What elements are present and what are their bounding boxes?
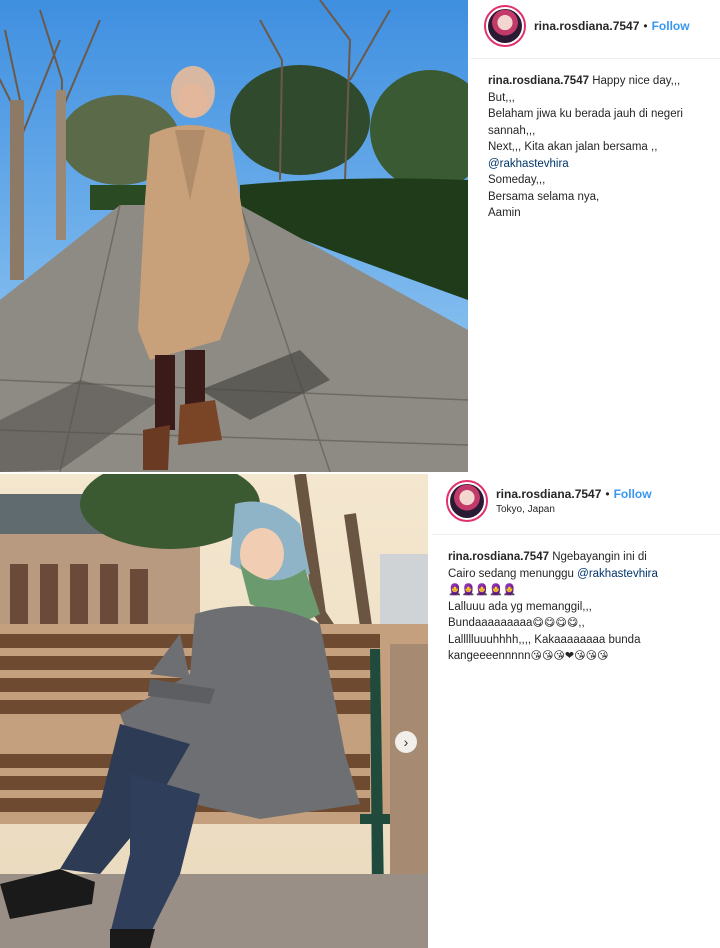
follow-button[interactable]: Follow [614,487,652,501]
carousel-next-button[interactable]: › [395,731,417,753]
avatar[interactable] [484,5,526,47]
avatar[interactable] [446,480,488,522]
post-2-sidebar: rina.rosdiana.7547 • Follow Tokyo, Japan… [432,474,720,948]
caption-line: Someday,,, [488,174,546,186]
caption-line: Lallllluuuhhhh,,,, Kakaaaaaaaa bunda [448,633,641,646]
location-link[interactable]: Tokyo, Japan [496,504,652,515]
caption-line: Aamin [488,207,521,219]
post-1-header: rina.rosdiana.7547 • Follow [470,0,720,52]
caption-line: kangeeeennnnn [448,650,531,662]
caption-line: Bundaaaaaaaaa [448,617,533,629]
caption-line: Ngebayangin ini di [552,551,647,563]
post-1: rina.rosdiana.7547 • Follow rina.rosdian… [0,0,720,472]
username[interactable]: rina.rosdiana.7547 [534,19,639,33]
woman-in-park-photo [0,0,468,472]
post-2-photo[interactable] [0,474,428,948]
profile-picture [450,484,484,518]
follow-button[interactable]: Follow [652,19,690,33]
caption-line: Next,,, Kita akan jalan bersama ,, [488,141,658,153]
post-2: › rina.rosdiana.7547 • Follow Tokyo, Jap… [0,474,720,948]
caption-line: Belaham jiwa ku berada jauh di negeri [488,108,683,120]
header-text: rina.rosdiana.7547 • Follow [534,19,690,33]
caption-username[interactable]: rina.rosdiana.7547 [488,75,589,87]
caption-username[interactable]: rina.rosdiana.7547 [448,551,549,563]
post-1-sidebar: rina.rosdiana.7547 • Follow rina.rosdian… [470,0,720,472]
caption-line: ,, [578,617,585,629]
emoji-row: 🧕🧕🧕🧕🧕 [448,584,517,596]
separator-dot: • [605,487,610,501]
username[interactable]: rina.rosdiana.7547 [496,487,601,501]
caption-line: Happy nice day,,, [592,75,681,87]
post-2-header: rina.rosdiana.7547 • Follow Tokyo, Japan [432,474,720,528]
header-text: rina.rosdiana.7547 • Follow Tokyo, Japan [496,487,652,515]
woman-on-bench-photo [0,474,428,948]
caption-line: Bersama selama nya, [488,190,600,203]
emoji-group: 😘😘😘❤😘😘😘 [530,650,609,662]
caption-line: Lalluuu ada yg memanggil,,, [448,600,592,613]
post-2-caption: rina.rosdiana.7547 Ngebayangin ini di Ca… [432,535,720,665]
post-1-caption: rina.rosdiana.7547 Happy nice day,,, But… [470,59,720,222]
caption-line: Cairo sedang menunggu [448,567,574,580]
caption-line: sannah,,, [488,124,536,137]
username-line: rina.rosdiana.7547 • Follow [534,19,690,33]
mention-link[interactable]: @rakhastevhira [488,156,706,173]
username-line: rina.rosdiana.7547 • Follow [496,487,652,501]
separator-dot: • [643,19,648,33]
emoji-group: 😋😋😋😋 [532,617,579,629]
mention-link[interactable]: @rakhastevhira [577,568,658,580]
profile-picture [488,9,522,43]
caption-line: But,,, [488,91,515,104]
post-1-photo[interactable] [0,0,468,472]
chevron-right-icon: › [403,734,409,750]
